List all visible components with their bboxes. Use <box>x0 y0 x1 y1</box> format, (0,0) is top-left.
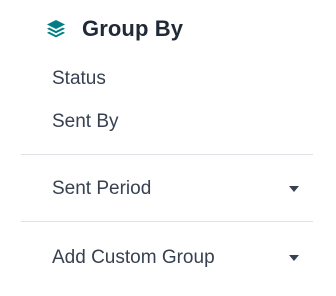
divider <box>21 221 313 222</box>
sent-period-label: Sent Period <box>52 178 152 199</box>
group-by-panel: Group By Status Sent By Sent Period Add … <box>0 0 336 296</box>
sent-period-dropdown[interactable]: Sent Period <box>52 175 312 203</box>
group-by-option-status[interactable]: Status <box>52 67 106 91</box>
divider <box>21 154 313 155</box>
group-by-title: Group By <box>82 16 184 41</box>
caret-down-icon <box>289 255 299 261</box>
add-custom-group-select[interactable]: Add Custom Group <box>52 244 312 272</box>
group-by-header: Group By <box>46 14 183 44</box>
group-by-option-sent-by[interactable]: Sent By <box>52 110 119 134</box>
layers-icon <box>46 19 66 39</box>
add-custom-group-label: Add Custom Group <box>52 247 215 268</box>
caret-down-icon <box>289 186 299 192</box>
